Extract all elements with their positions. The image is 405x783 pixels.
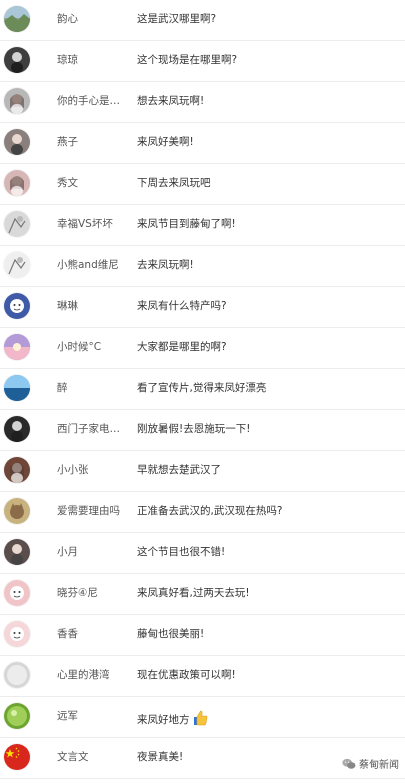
- girl-portrait-avatar-icon[interactable]: [4, 170, 30, 196]
- comment-text: 来凤好地方: [137, 709, 399, 727]
- comment-text: 下周去来凤玩吧: [137, 177, 211, 189]
- username[interactable]: 燕子: [57, 135, 129, 149]
- username[interactable]: 韵心: [57, 12, 129, 26]
- username[interactable]: 琼琼: [57, 53, 129, 67]
- dark-portrait-avatar-icon[interactable]: [4, 47, 30, 73]
- comment-list: 韵心 这是武汉哪里啊? 琼琼 这个现场是在哪里啊? 你的手心是我... 想去来凤玩啊! 燕子…: [0, 0, 405, 779]
- username[interactable]: 心里的港湾: [57, 668, 129, 682]
- portrait-avatar-icon[interactable]: [4, 129, 30, 155]
- cartoon-avatar-icon[interactable]: [4, 293, 30, 319]
- landscape-avatar-icon[interactable]: [4, 6, 30, 32]
- cartoon-avatar-icon[interactable]: [4, 621, 30, 647]
- comment-text: 现在优惠政策可以啊!: [137, 669, 236, 681]
- comment-text: 来凤好美啊!: [137, 136, 194, 148]
- watermark: 蔡甸新闻: [342, 756, 399, 771]
- comment-row: 你的手心是我... 想去来凤玩啊!: [0, 82, 405, 123]
- sketch-avatar-icon[interactable]: [4, 252, 30, 278]
- comment-text: 来凤节目到藤甸了啊!: [137, 218, 236, 230]
- comment-row: 琼琼 这个现场是在哪里啊?: [0, 41, 405, 82]
- girl-portrait-avatar-icon[interactable]: [4, 457, 30, 483]
- wechat-icon: [342, 758, 356, 769]
- comment-row: 小月 这个节目也很不错!: [0, 533, 405, 574]
- comment-text: 看了宣传片,觉得来凤好漂亮: [137, 382, 267, 394]
- thumbs-up-icon: [193, 710, 207, 726]
- username[interactable]: 小月: [57, 545, 129, 559]
- comment-text: 藤甸也很美丽!: [137, 628, 205, 640]
- username[interactable]: 琳琳: [57, 299, 129, 313]
- cat-avatar-icon[interactable]: [4, 498, 30, 524]
- girl-portrait-avatar-icon[interactable]: [4, 88, 30, 114]
- watermark-text: 蔡甸新闻: [359, 760, 399, 771]
- username[interactable]: 幸福VS坏坏: [57, 217, 129, 231]
- comment-row: 西门子家电刘... 刚放暑假!去恩施玩一下!: [0, 410, 405, 451]
- comment-text: 来凤有什么特产吗?: [137, 300, 227, 312]
- sea-avatar-icon[interactable]: [4, 375, 30, 401]
- sketch-avatar-icon[interactable]: [4, 211, 30, 237]
- green-ball-avatar-icon[interactable]: [4, 703, 30, 729]
- blank-avatar-icon[interactable]: [4, 662, 30, 688]
- username[interactable]: 小小张: [57, 463, 129, 477]
- comment-text: 去来凤玩啊!: [137, 259, 194, 271]
- comment-row: 心里的港湾 现在优惠政策可以啊!: [0, 656, 405, 697]
- username[interactable]: 你的手心是我...: [57, 94, 129, 108]
- username[interactable]: 醉: [57, 381, 129, 395]
- flag-avatar-icon[interactable]: [4, 744, 30, 770]
- username[interactable]: 晓芬④尼: [57, 586, 129, 600]
- username[interactable]: 西门子家电刘...: [57, 422, 129, 436]
- comment-text: 大家都是哪里的啊?: [137, 341, 227, 353]
- comment-row: 远军 来凤好地方: [0, 697, 405, 738]
- comment-text: 想去来凤玩啊!: [137, 95, 205, 107]
- username[interactable]: 小时候°C: [57, 340, 129, 354]
- comment-text: 正准备去武汉的,武汉现在热吗?: [137, 505, 283, 517]
- comment-row: 燕子 来凤好美啊!: [0, 123, 405, 164]
- username[interactable]: 秀文: [57, 176, 129, 190]
- username[interactable]: 远军: [57, 709, 129, 723]
- comment-row: 醉看了宣传片,觉得来凤好漂亮: [0, 369, 405, 410]
- portrait-avatar-icon[interactable]: [4, 539, 30, 565]
- comment-row: 琳琳 来凤有什么特产吗?: [0, 287, 405, 328]
- comment-row: 爱需要理由吗 正准备去武汉的,武汉现在热吗?: [0, 492, 405, 533]
- comment-row: 晓芬④尼 来凤真好看,过两天去玩!: [0, 574, 405, 615]
- comment-feed: 韵心 这是武汉哪里啊? 琼琼 这个现场是在哪里啊? 你的手心是我... 想去来凤玩啊! 燕子…: [0, 0, 405, 783]
- comment-row: 小时候°C 大家都是哪里的啊?: [0, 328, 405, 369]
- username[interactable]: 爱需要理由吗: [57, 504, 129, 518]
- cartoon-avatar-icon[interactable]: [4, 580, 30, 606]
- comment-text: 这是武汉哪里啊?: [137, 13, 217, 25]
- comment-text: 这个现场是在哪里啊?: [137, 54, 238, 66]
- sunset-avatar-icon[interactable]: [4, 334, 30, 360]
- comment-row: 幸福VS坏坏 来凤节目到藤甸了啊!: [0, 205, 405, 246]
- comment-text: 早就想去楚武汉了: [137, 464, 221, 476]
- comment-text: 这个节目也很不错!: [137, 546, 226, 558]
- username[interactable]: 文言文: [57, 750, 129, 764]
- dark-portrait-avatar-icon[interactable]: [4, 416, 30, 442]
- comment-row: 秀文 下周去来凤玩吧: [0, 164, 405, 205]
- username[interactable]: 香香: [57, 627, 129, 641]
- comment-row: 韵心 这是武汉哪里啊?: [0, 0, 405, 41]
- comment-text: 来凤真好看,过两天去玩!: [137, 587, 250, 599]
- comment-row: 香香 藤甸也很美丽!: [0, 615, 405, 656]
- comment-row: 小熊and维尼 去来凤玩啊!: [0, 246, 405, 287]
- comment-text: 刚放暑假!去恩施玩一下!: [137, 423, 251, 435]
- comment-row: 小小张 早就想去楚武汉了: [0, 451, 405, 492]
- username[interactable]: 小熊and维尼: [57, 258, 129, 272]
